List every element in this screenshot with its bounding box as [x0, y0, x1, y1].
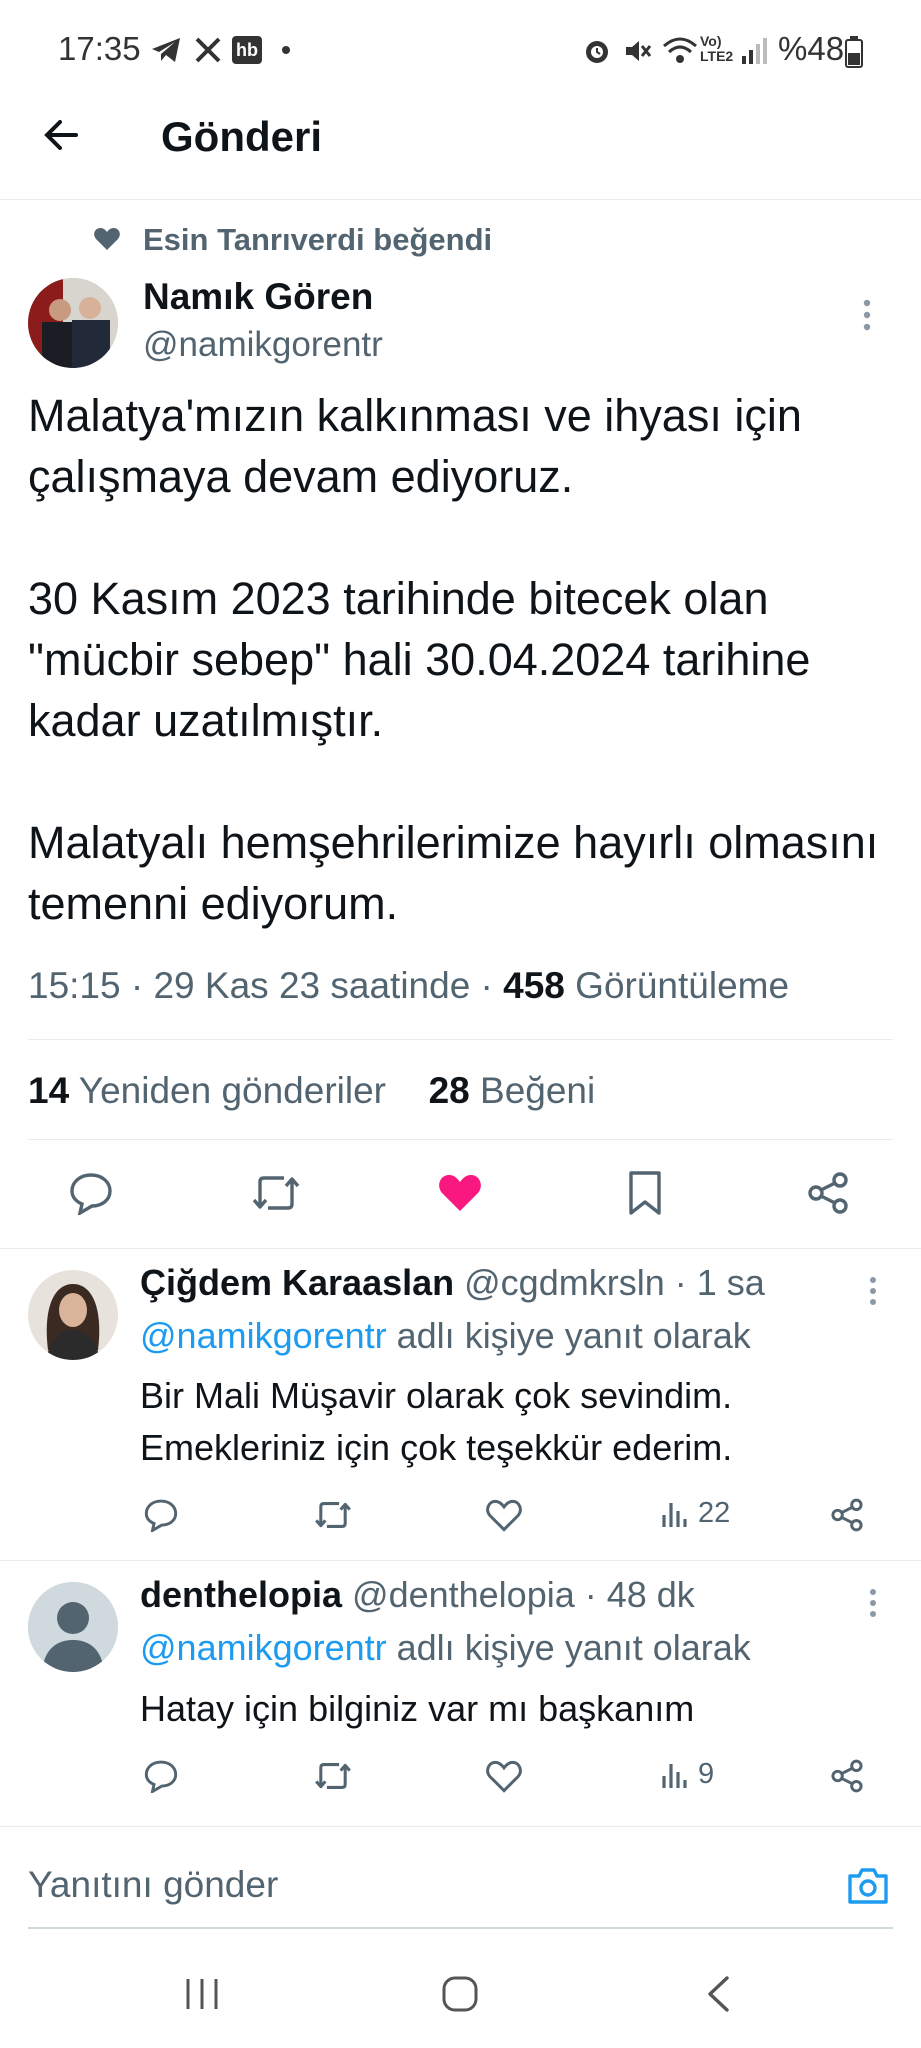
back-button[interactable]: [42, 115, 82, 155]
likes-label: Beğeni: [480, 1070, 596, 1111]
views-count: 458: [503, 965, 565, 1006]
alarm-icon: [582, 36, 612, 66]
tweet-timestamp[interactable]: 15:15 · 29 Kas 23 saatinde ·: [28, 965, 503, 1006]
author-handle[interactable]: @namikgorentr: [143, 325, 383, 365]
tweet-paragraph: Malatyalı hemşehrilerimize hayırlı olmas…: [28, 817, 879, 929]
camera-button[interactable]: [846, 1866, 890, 1906]
telegram-icon: [150, 36, 182, 64]
reply-author-meta[interactable]: @cgdmkrsln · 1 sa: [464, 1262, 765, 1303]
reply-avatar[interactable]: [28, 1582, 118, 1672]
wifi-icon: [662, 34, 698, 66]
divider: [0, 1248, 921, 1249]
notification-dot-icon: [282, 46, 290, 54]
reply-button[interactable]: [68, 1171, 114, 1215]
liked-by-context[interactable]: Esin Tanrıverdi beğendi: [143, 222, 492, 258]
retweet-button[interactable]: [313, 1760, 353, 1792]
compose-underline: [28, 1927, 893, 1929]
reply-text: Bir Mali Müşavir olarak çok sevindim. Em…: [140, 1370, 732, 1474]
more-options-icon[interactable]: [862, 298, 872, 332]
views-count: 9: [698, 1758, 715, 1790]
reply-button[interactable]: [143, 1498, 179, 1532]
like-button[interactable]: [437, 1172, 483, 1214]
divider: [28, 1139, 893, 1140]
more-options-icon[interactable]: [868, 1276, 878, 1306]
divider: [0, 1826, 921, 1827]
reply-compose-input[interactable]: Yanıtını gönder: [28, 1864, 278, 1906]
retweet-button[interactable]: [313, 1499, 353, 1531]
mute-icon: [622, 36, 652, 66]
likes-stat[interactable]: 28 Beğeni: [429, 1070, 596, 1111]
views-stat[interactable]: 22: [660, 1497, 730, 1530]
like-button[interactable]: [486, 1499, 522, 1532]
status-bar: 17:35 hb Vo) LTE2 %48: [0, 0, 921, 104]
reply-text-line: Bir Mali Müşavir olarak çok sevindim.: [140, 1375, 733, 1416]
reply-text-line: Hatay için bilginiz var mı başkanım: [140, 1688, 695, 1729]
home-button[interactable]: [441, 1975, 479, 2013]
tweet-stats: 14 Yeniden gönderiler 28 Beğeni: [28, 1070, 595, 1112]
tweet-paragraph: Malatya'mızın kalkınması ve ihyası için …: [28, 390, 802, 502]
recent-apps-button[interactable]: [184, 1977, 220, 2011]
tweet-paragraph: 30 Kasım 2023 tarihinde bitecek olan "mü…: [28, 573, 811, 746]
analytics-icon: [662, 1763, 687, 1788]
reply-author-name[interactable]: denthelopia: [140, 1574, 342, 1615]
reply-author-name[interactable]: Çiğdem Karaaslan: [140, 1262, 454, 1303]
divider: [0, 1560, 921, 1561]
heart-icon: [93, 226, 121, 252]
reply-to-handle[interactable]: @namikgorentr: [140, 1627, 387, 1668]
reply-avatar[interactable]: [28, 1270, 118, 1360]
retweets-count: 14: [28, 1070, 70, 1111]
reply-button[interactable]: [143, 1759, 179, 1793]
reply-to-suffix: adlı kişiye yanıt olarak: [386, 1627, 751, 1668]
hb-app-icon: hb: [232, 36, 262, 64]
signal-icon: [740, 36, 770, 64]
divider: [28, 1039, 893, 1040]
reply-header: denthelopia @denthelopia · 48 dk: [140, 1574, 695, 1616]
battery-percent: %48: [778, 30, 845, 67]
retweets-stat[interactable]: 14 Yeniden gönderiler: [28, 1070, 386, 1111]
bookmark-button[interactable]: [627, 1169, 663, 1217]
tweet-text: Malatya'mızın kalkınması ve ihyası için …: [28, 385, 898, 934]
battery-icon: [845, 36, 863, 68]
analytics-icon: [662, 1502, 687, 1527]
more-options-icon[interactable]: [868, 1588, 878, 1618]
author-name[interactable]: Namık Gören: [143, 276, 373, 318]
author-avatar[interactable]: [28, 278, 118, 368]
likes-count: 28: [428, 1070, 470, 1111]
header-divider: [0, 199, 921, 200]
share-button[interactable]: [829, 1497, 865, 1533]
reply-author-meta[interactable]: @denthelopia · 48 dk: [352, 1574, 695, 1615]
reply-text-line: Emekleriniz için çok teşekkür ederim.: [140, 1427, 733, 1468]
status-time: 17:35: [58, 30, 141, 67]
views-stat[interactable]: 9: [660, 1758, 714, 1791]
nav-back-button[interactable]: [705, 1975, 731, 2013]
reply-text: Hatay için bilginiz var mı başkanım: [140, 1683, 694, 1735]
reply-to-line: @namikgorentr adlı kişiye yanıt olarak: [140, 1627, 751, 1669]
share-button[interactable]: [829, 1758, 865, 1794]
reply-header: Çiğdem Karaaslan @cgdmkrsln · 1 sa: [140, 1262, 765, 1304]
views-label: Görüntüleme: [564, 965, 790, 1006]
volte-icon: Vo) LTE2: [700, 33, 734, 64]
x-logo-icon: [194, 36, 222, 64]
like-button[interactable]: [486, 1760, 522, 1793]
retweets-label: Yeniden gönderiler: [78, 1070, 387, 1111]
share-button[interactable]: [805, 1170, 851, 1216]
retweet-button[interactable]: [250, 1172, 302, 1214]
page-title: Gönderi: [161, 113, 323, 160]
reply-to-suffix: adlı kişiye yanıt olarak: [386, 1315, 751, 1356]
reply-to-handle[interactable]: @namikgorentr: [140, 1315, 387, 1356]
reply-to-line: @namikgorentr adlı kişiye yanıt olarak: [140, 1315, 751, 1357]
views-count: 22: [698, 1497, 731, 1529]
tweet-meta: 15:15 · 29 Kas 23 saatinde · 458 Görüntü…: [28, 965, 789, 1007]
